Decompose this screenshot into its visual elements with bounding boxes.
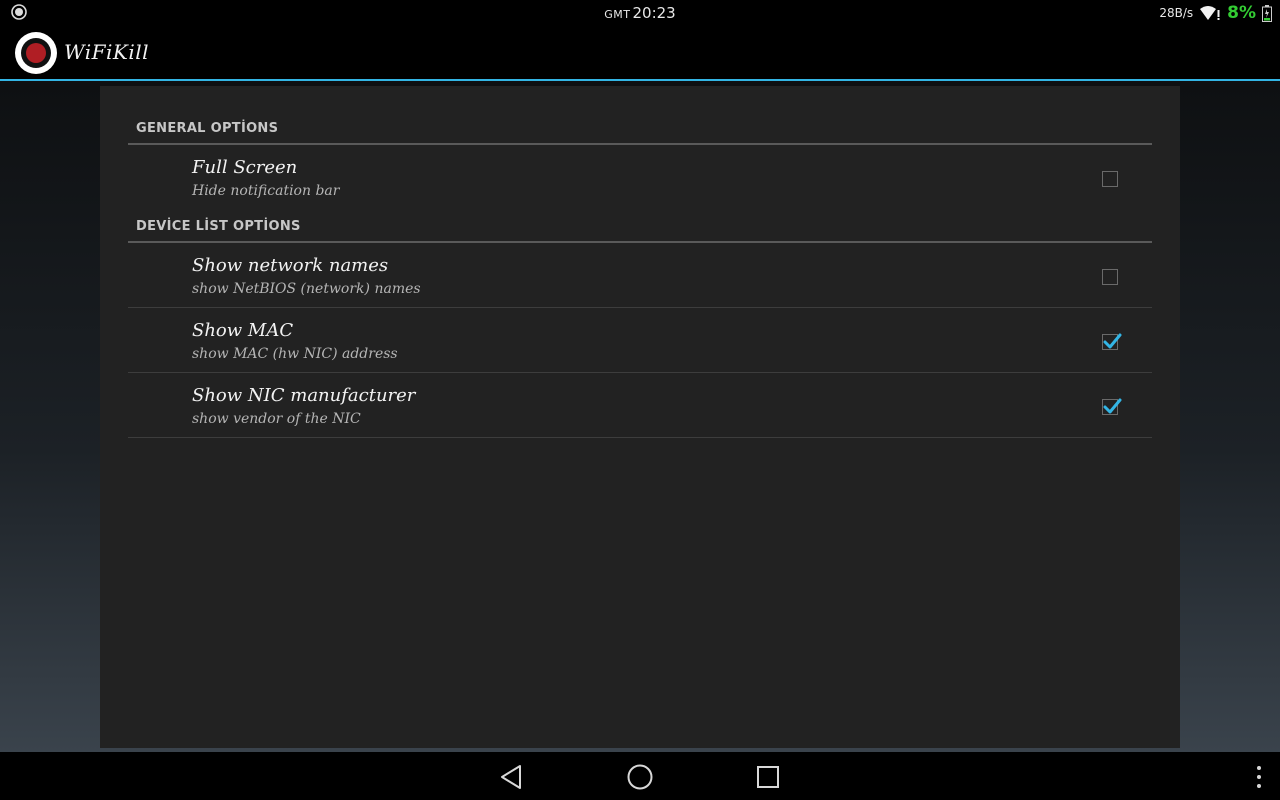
overflow-menu-icon[interactable] [1256, 765, 1262, 789]
network-speed: 28B/s [1159, 6, 1194, 20]
battery-icon [1262, 4, 1272, 22]
pref-summary: Hide notification bar [192, 183, 340, 199]
pref-show-network-names[interactable]: Show network names show NetBIOS (network… [128, 243, 1152, 308]
pref-title: Show MAC [192, 320, 294, 341]
checkmark-icon [1103, 333, 1122, 349]
status-right-group: 28B/s 8% [1159, 3, 1272, 23]
status-bar: GMT 20:23 28B/s 8% [0, 0, 1280, 25]
pref-summary: show MAC (hw NIC) address [192, 346, 398, 362]
back-icon[interactable] [496, 762, 526, 792]
recent-apps-icon[interactable] [753, 762, 783, 792]
action-bar: WiFiKill [0, 25, 1280, 79]
screen: GMT 20:23 28B/s 8% WiFiKill GENERAL OPTİ… [0, 0, 1280, 800]
status-clock: GMT 20:23 [0, 4, 1280, 22]
wifikill-logo-icon[interactable] [14, 31, 58, 75]
pref-summary: show NetBIOS (network) names [192, 281, 421, 297]
show-nic-manufacturer-checkbox[interactable] [1102, 398, 1122, 415]
row-divider [128, 437, 1152, 438]
pref-full-screen[interactable]: Full Screen Hide notification bar [128, 145, 1152, 210]
pref-title: Show NIC manufacturer [192, 385, 416, 406]
checkmark-icon [1103, 398, 1122, 414]
pref-summary: show vendor of the NIC [192, 411, 361, 427]
full-screen-checkbox[interactable] [1102, 171, 1118, 187]
status-time: 20:23 [632, 4, 676, 22]
pref-show-nic-manufacturer[interactable]: Show NIC manufacturer show vendor of the… [128, 373, 1152, 438]
settings-panel: GENERAL OPTİONS Full Screen Hide notific… [100, 86, 1180, 748]
pref-show-mac[interactable]: Show MAC show MAC (hw NIC) address [128, 308, 1152, 373]
pref-title: Show network names [192, 255, 389, 276]
wifi-icon [1200, 6, 1220, 20]
show-mac-checkbox[interactable] [1102, 333, 1122, 350]
battery-percent: 8% [1227, 3, 1256, 23]
section-header-general: GENERAL OPTİONS [136, 121, 279, 136]
app-title: WiFiKill [64, 40, 150, 64]
status-timezone: GMT [604, 8, 631, 21]
pref-title: Full Screen [192, 157, 298, 178]
navigation-bar [0, 752, 1280, 800]
home-icon[interactable] [625, 762, 655, 792]
show-network-names-checkbox[interactable] [1102, 269, 1118, 285]
section-header-device-list: DEVİCE LİST OPTİONS [136, 219, 301, 234]
